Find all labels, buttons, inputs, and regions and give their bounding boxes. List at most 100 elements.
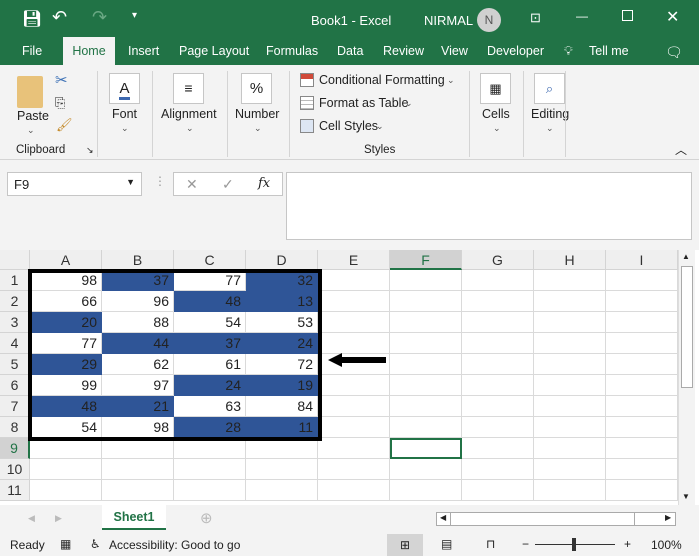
- row-header-2[interactable]: 2: [0, 291, 30, 312]
- cell-D9[interactable]: [246, 438, 318, 459]
- maximize-icon[interactable]: [622, 10, 633, 21]
- cell-A8[interactable]: 54: [30, 417, 102, 438]
- scroll-down-icon[interactable]: ▼: [682, 492, 690, 501]
- page-layout-view-icon[interactable]: ▤: [441, 537, 452, 551]
- alignment-button[interactable]: Alignment: [161, 107, 217, 121]
- cell-H7[interactable]: [534, 396, 606, 417]
- cell-C4[interactable]: 37: [174, 333, 246, 354]
- cancel-icon[interactable]: ✕: [186, 176, 198, 193]
- cell-C9[interactable]: [174, 438, 246, 459]
- cell-F3[interactable]: [390, 312, 462, 333]
- row-header-4[interactable]: 4: [0, 333, 30, 354]
- cell-G8[interactable]: [462, 417, 534, 438]
- cell-F6[interactable]: [390, 375, 462, 396]
- column-header-A[interactable]: A: [30, 250, 102, 270]
- cell-A6[interactable]: 99: [30, 375, 102, 396]
- cell-C8[interactable]: 28: [174, 417, 246, 438]
- cell-H11[interactable]: [534, 480, 606, 501]
- cell-D7[interactable]: 84: [246, 396, 318, 417]
- accessibility-status[interactable]: Accessibility: Good to go: [109, 538, 240, 552]
- cell-B1[interactable]: 37: [102, 270, 174, 291]
- column-header-D[interactable]: D: [246, 250, 318, 270]
- tell-me[interactable]: Tell me: [589, 44, 629, 58]
- scroll-thumb[interactable]: [681, 266, 693, 388]
- row-header-7[interactable]: 7: [0, 396, 30, 417]
- cut-icon[interactable]: ✂: [55, 71, 68, 89]
- cell-I11[interactable]: [606, 480, 678, 501]
- cell-E2[interactable]: [318, 291, 390, 312]
- cell-I2[interactable]: [606, 291, 678, 312]
- paste-button[interactable]: Paste: [17, 109, 49, 123]
- tab-page-layout[interactable]: Page Layout: [179, 44, 249, 58]
- cell-E10[interactable]: [318, 459, 390, 480]
- conditional-formatting-button[interactable]: Conditional Formatting: [319, 73, 445, 87]
- alignment-icon[interactable]: ≡: [173, 73, 204, 104]
- insert-function-icon[interactable]: fx: [258, 176, 270, 191]
- cell-styles-button[interactable]: Cell Styles: [319, 119, 378, 133]
- number-icon[interactable]: %: [241, 73, 272, 104]
- cell-F1[interactable]: [390, 270, 462, 291]
- new-sheet-icon[interactable]: ⊕: [200, 509, 213, 527]
- cell-H9[interactable]: [534, 438, 606, 459]
- cell-F9[interactable]: [390, 438, 462, 459]
- accessibility-icon[interactable]: ♿︎: [90, 537, 101, 551]
- cell-B4[interactable]: 44: [102, 333, 174, 354]
- cell-C5[interactable]: 61: [174, 354, 246, 375]
- tab-developer[interactable]: Developer: [487, 44, 544, 58]
- format-painter-icon[interactable]: 🖌︎: [56, 117, 73, 133]
- cell-F4[interactable]: [390, 333, 462, 354]
- cells-icon[interactable]: ▦: [480, 73, 511, 104]
- cell-E11[interactable]: [318, 480, 390, 501]
- page-break-view-icon[interactable]: ⊓: [486, 537, 495, 551]
- cell-B2[interactable]: 96: [102, 291, 174, 312]
- vertical-scrollbar[interactable]: ▲ ▼: [678, 250, 695, 505]
- zoom-in-icon[interactable]: +: [624, 537, 631, 551]
- row-header-3[interactable]: 3: [0, 312, 30, 333]
- cell-F11[interactable]: [390, 480, 462, 501]
- cell-H10[interactable]: [534, 459, 606, 480]
- cells-button[interactable]: Cells: [482, 107, 510, 121]
- cell-C6[interactable]: 24: [174, 375, 246, 396]
- cell-F7[interactable]: [390, 396, 462, 417]
- paste-icon[interactable]: [17, 76, 43, 108]
- cell-G9[interactable]: [462, 438, 534, 459]
- format-as-table-button[interactable]: Format as Table: [319, 96, 408, 110]
- cell-C7[interactable]: 63: [174, 396, 246, 417]
- avatar[interactable]: N: [477, 8, 501, 32]
- cell-F10[interactable]: [390, 459, 462, 480]
- cell-G10[interactable]: [462, 459, 534, 480]
- cell-E6[interactable]: [318, 375, 390, 396]
- scroll-right-icon[interactable]: ▶: [665, 513, 671, 522]
- cell-G3[interactable]: [462, 312, 534, 333]
- column-header-E[interactable]: E: [318, 250, 390, 270]
- redo-icon[interactable]: ↷: [92, 7, 107, 28]
- column-header-B[interactable]: B: [102, 250, 174, 270]
- cell-G2[interactable]: [462, 291, 534, 312]
- scroll-thumb[interactable]: [450, 513, 635, 525]
- zoom-slider-thumb[interactable]: [572, 538, 576, 551]
- column-header-F[interactable]: F: [390, 250, 462, 270]
- horizontal-scrollbar[interactable]: ◀ ▶: [436, 512, 676, 526]
- cell-H5[interactable]: [534, 354, 606, 375]
- scroll-up-icon[interactable]: ▲: [682, 252, 690, 261]
- cell-C11[interactable]: [174, 480, 246, 501]
- drag-handle-icon[interactable]: ⋮: [154, 174, 166, 188]
- cell-H3[interactable]: [534, 312, 606, 333]
- copy-icon[interactable]: ⎘: [55, 95, 65, 111]
- cell-I8[interactable]: [606, 417, 678, 438]
- cell-G11[interactable]: [462, 480, 534, 501]
- cell-G6[interactable]: [462, 375, 534, 396]
- cell-D11[interactable]: [246, 480, 318, 501]
- row-header-6[interactable]: 6: [0, 375, 30, 396]
- cell-C10[interactable]: [174, 459, 246, 480]
- row-header-10[interactable]: 10: [0, 459, 30, 480]
- cell-B9[interactable]: [102, 438, 174, 459]
- cell-G5[interactable]: [462, 354, 534, 375]
- dialog-launcher-icon[interactable]: ↘: [86, 145, 94, 156]
- cell-A1[interactable]: 98: [30, 270, 102, 291]
- customize-toolbar-icon[interactable]: ▾: [132, 10, 137, 21]
- tab-view[interactable]: View: [441, 44, 468, 58]
- column-header-C[interactable]: C: [174, 250, 246, 270]
- column-header-H[interactable]: H: [534, 250, 606, 270]
- cell-B11[interactable]: [102, 480, 174, 501]
